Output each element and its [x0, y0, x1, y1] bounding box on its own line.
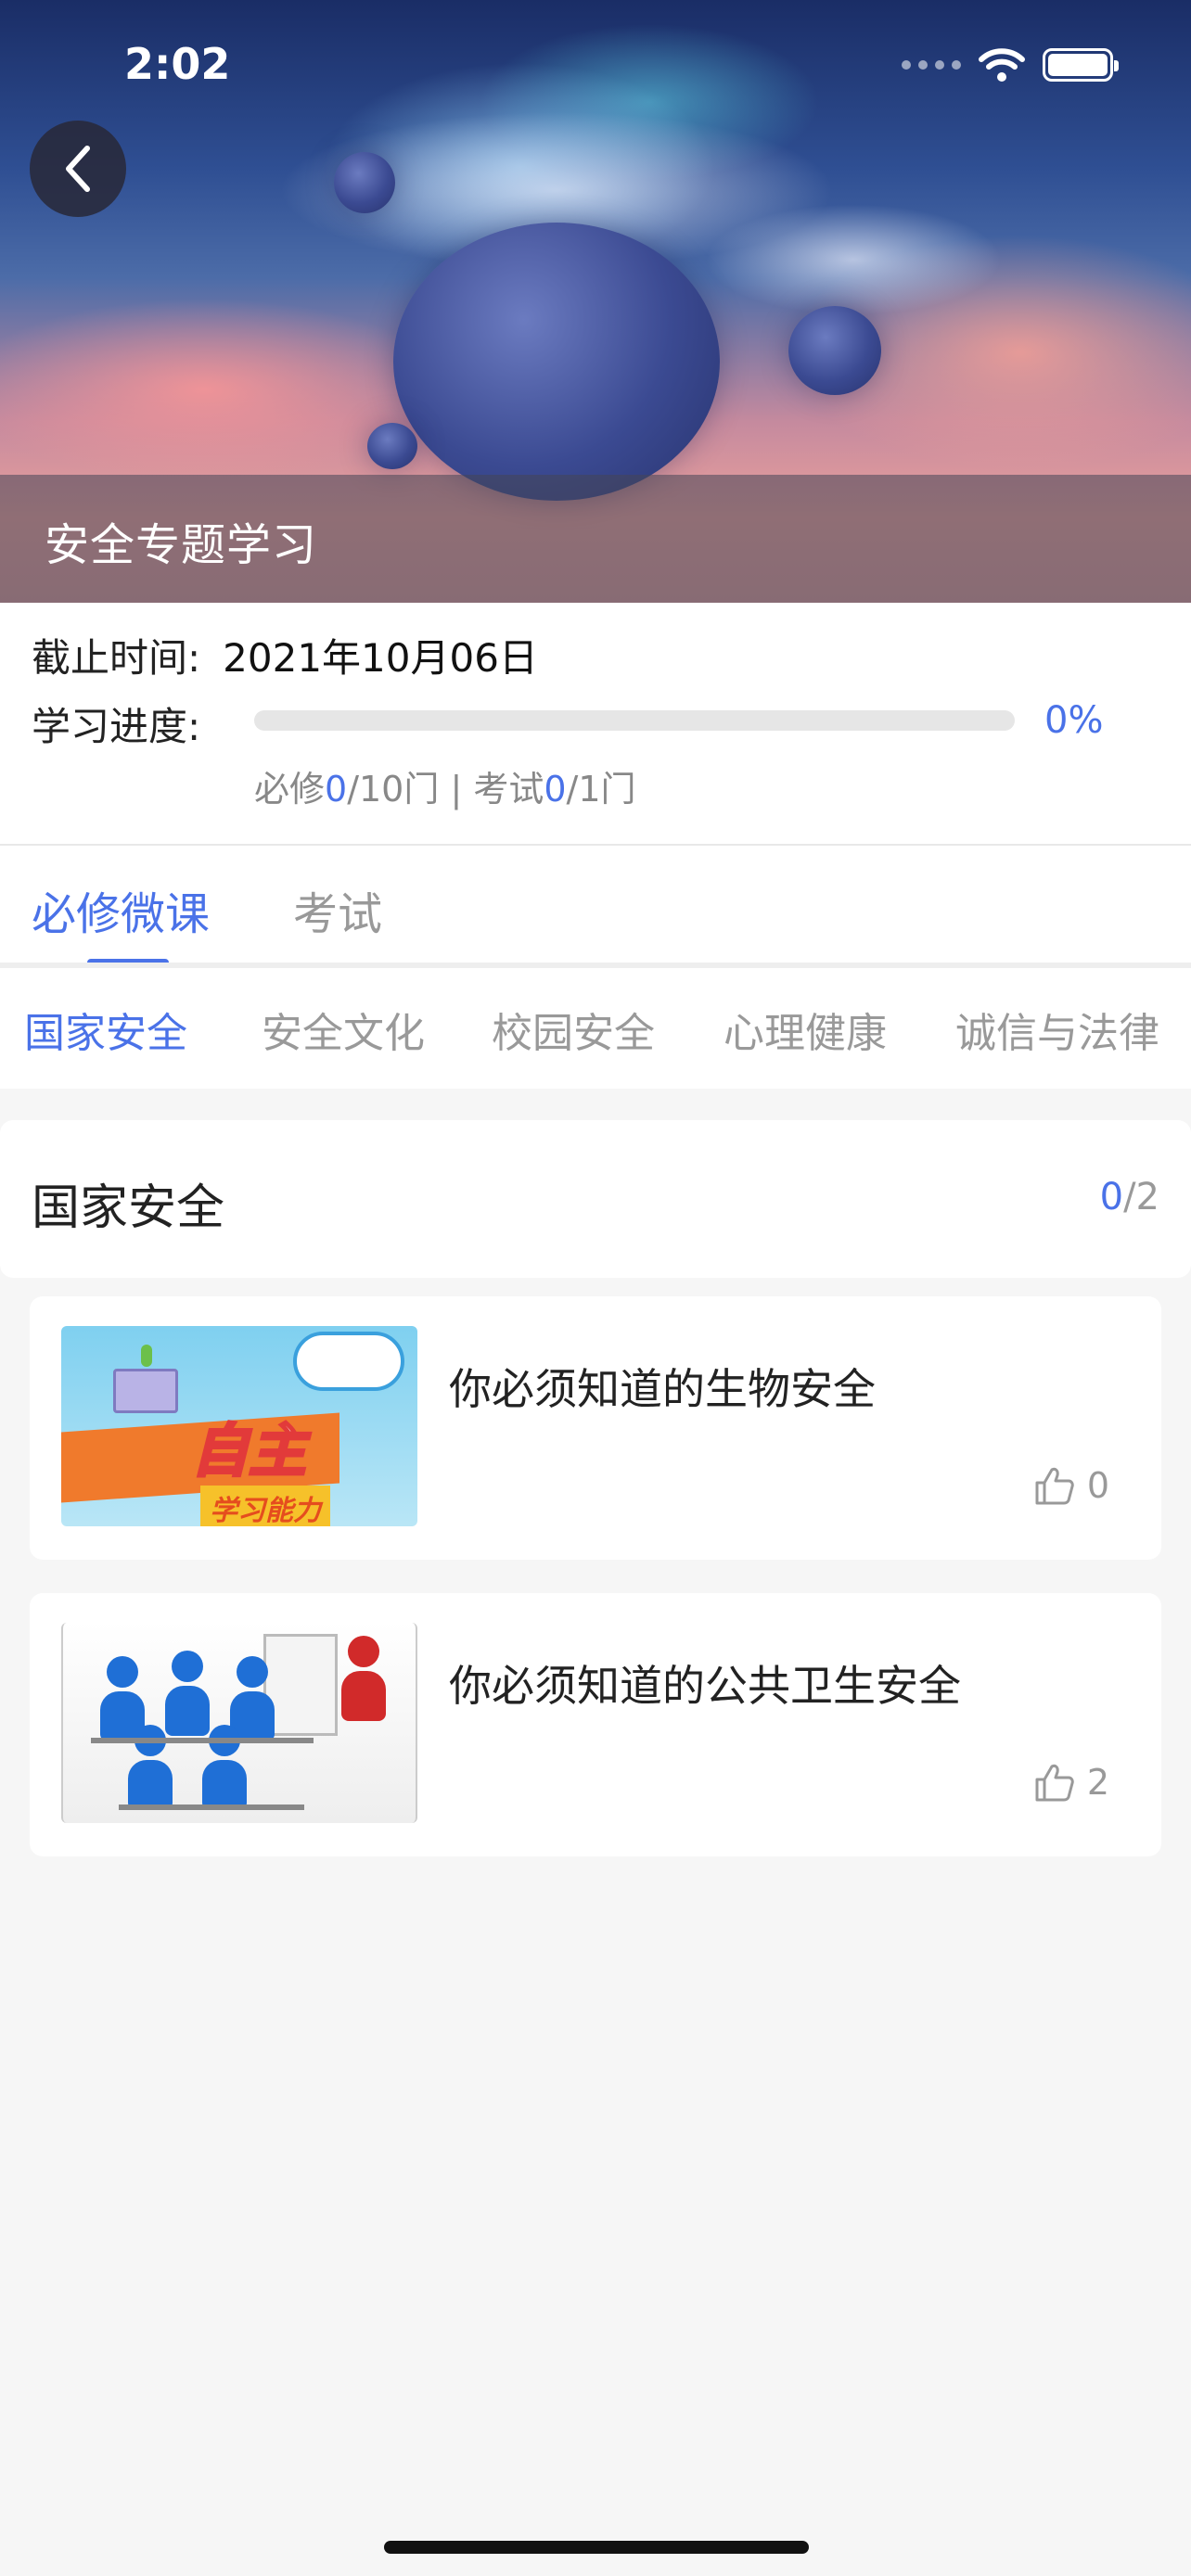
- hero-banner: 2:02 安全专题学习: [0, 0, 1191, 603]
- like-count: 0: [1086, 1465, 1109, 1506]
- thumbnail-text: 自主: [189, 1416, 307, 1486]
- student-figure: [165, 1651, 210, 1736]
- thumbs-up-icon: [1035, 1764, 1074, 1802]
- thumbnail-subtext: 学习能力: [200, 1486, 330, 1526]
- section-header: 国家安全 0/2: [0, 1120, 1191, 1278]
- category-tab-mental-health[interactable]: 心理健康: [724, 1000, 887, 1059]
- progress-row: 学习进度:: [32, 695, 200, 752]
- required-done: 0: [325, 769, 348, 810]
- status-time: 2:02: [124, 39, 231, 89]
- progress-summary: 必修0/10门 | 考试0/1门: [254, 760, 636, 811]
- category-tab-campus-safety[interactable]: 校园安全: [492, 1000, 655, 1059]
- required-total: /10门: [347, 769, 440, 810]
- deadline-label: 截止时间:: [32, 635, 201, 681]
- teacher-figure: [341, 1636, 386, 1721]
- deadline-row: 截止时间: 2021年10月06日: [32, 627, 538, 683]
- status-icons: [902, 46, 1119, 83]
- section-title: 国家安全: [32, 1180, 225, 1236]
- category-tab-national-security[interactable]: 国家安全: [24, 1000, 187, 1059]
- chevron-left-icon: [66, 146, 90, 192]
- study-info-panel: 截止时间: 2021年10月06日 学习进度: 0% 必修0/10门 | 考试0…: [0, 603, 1191, 844]
- section-done: 0: [1099, 1176, 1124, 1218]
- signal-icon: [902, 60, 961, 70]
- category-tab-integrity-law[interactable]: 诚信与法律: [955, 1000, 1159, 1059]
- desk: [119, 1804, 304, 1810]
- exam-prefix: 考试: [473, 769, 544, 810]
- back-button[interactable]: [30, 121, 126, 217]
- tab-required-courses[interactable]: 必修微课: [32, 877, 210, 942]
- section-total: /2: [1123, 1176, 1159, 1218]
- section-count: 0/2: [1100, 1176, 1159, 1218]
- course-card[interactable]: 你必须知道的公共卫生安全 2: [30, 1593, 1161, 1856]
- plant-icon: [141, 1345, 152, 1367]
- course-title: 你必须知道的公共卫生安全: [449, 1661, 961, 1711]
- exam-done: 0: [544, 769, 567, 810]
- main-tab-bar: 必修微课 考试: [0, 846, 1191, 966]
- battery-icon: [1043, 48, 1119, 82]
- planet-tiny: [367, 423, 417, 469]
- like-button[interactable]: 0: [1033, 1465, 1109, 1506]
- desk: [91, 1738, 314, 1743]
- progress-percent: 0%: [1044, 699, 1104, 742]
- whiteboard-icon: [263, 1634, 338, 1736]
- exam-total: /1门: [566, 769, 636, 810]
- course-title: 你必须知道的生物安全: [449, 1364, 876, 1414]
- category-tab-bar: 国家安全 安全文化 校园安全 心理健康 诚信与法律: [0, 968, 1191, 1089]
- like-count: 2: [1086, 1762, 1109, 1803]
- home-indicator[interactable]: [384, 2541, 809, 2554]
- summary-separator: |: [439, 769, 474, 810]
- planet-medium: [788, 306, 881, 395]
- like-button[interactable]: 2: [1033, 1762, 1109, 1803]
- planet-large: [393, 223, 720, 501]
- category-tab-safety-culture[interactable]: 安全文化: [262, 1000, 425, 1059]
- wifi-icon: [979, 48, 1025, 82]
- course-thumbnail: [61, 1623, 417, 1823]
- page-title: 安全专题学习: [45, 519, 318, 571]
- progress-label: 学习进度:: [32, 704, 201, 749]
- course-thumbnail: 自主 学习能力: [61, 1326, 417, 1526]
- course-card[interactable]: 自主 学习能力 你必须知道的生物安全 0: [30, 1296, 1161, 1560]
- tab-exam[interactable]: 考试: [293, 877, 382, 942]
- deadline-value: 2021年10月06日: [223, 635, 538, 681]
- nebula-cloud: [705, 204, 1002, 315]
- planet-small: [334, 152, 395, 213]
- thumbs-up-icon: [1035, 1467, 1074, 1505]
- progress-bar: [254, 710, 1015, 731]
- required-prefix: 必修: [254, 769, 326, 810]
- cloud-icon: [293, 1332, 404, 1391]
- laptop-icon: [113, 1369, 178, 1413]
